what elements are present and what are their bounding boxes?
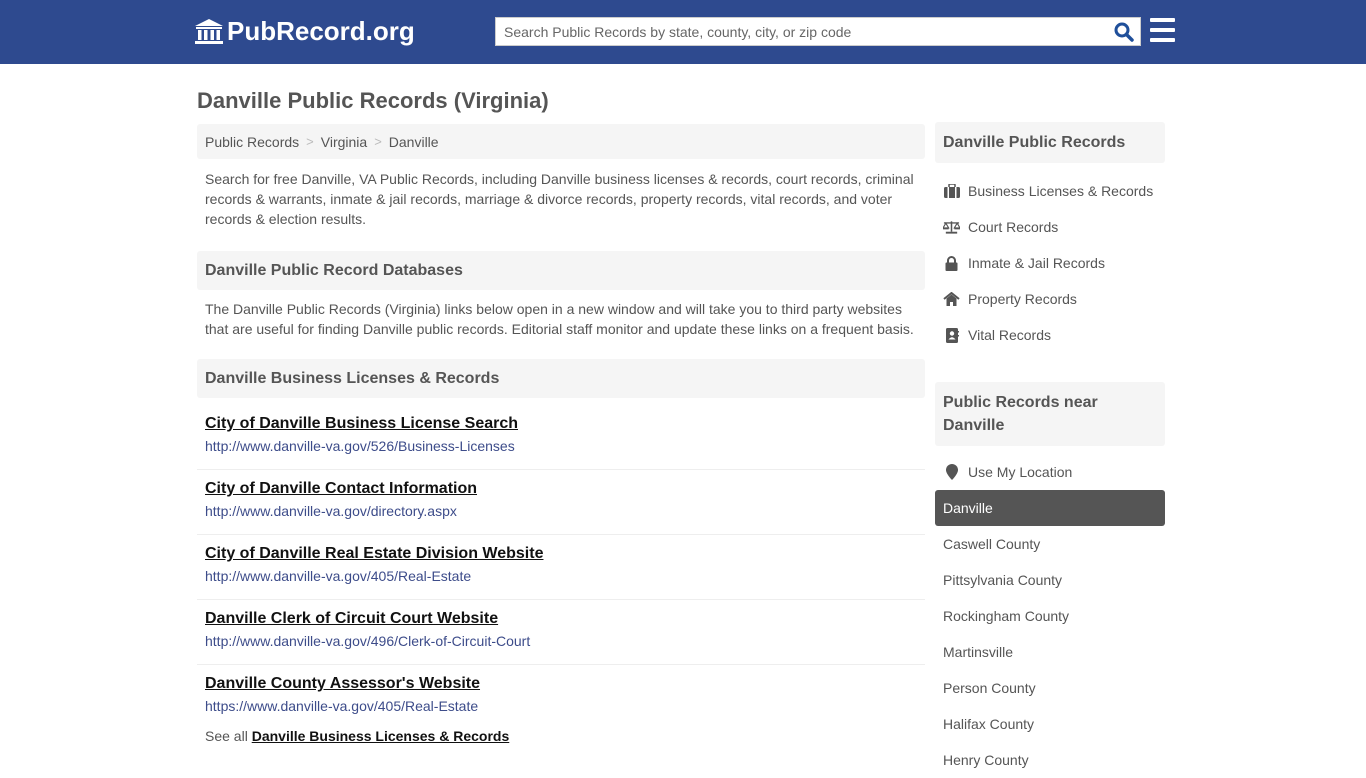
databases-text: The Danville Public Records (Virginia) l… [205, 301, 914, 337]
list-item: City of Danville Contact Information htt… [197, 470, 925, 535]
sidebar-item-label: Business Licenses & Records [968, 183, 1154, 199]
intro-text: Search for free Danville, VA Public Reco… [205, 171, 914, 227]
sidebar-item-business[interactable]: Business Licenses & Records [935, 173, 1165, 209]
near-item-halifax-county[interactable]: Halifax County [935, 706, 1165, 742]
near-item-person-county[interactable]: Person County [935, 670, 1165, 706]
scale-icon [943, 220, 960, 234]
near-item-rockingham-county[interactable]: Rockingham County [935, 598, 1165, 634]
link-url: http://www.danville-va.gov/405/Real-Esta… [205, 568, 472, 584]
briefcase-icon [943, 184, 960, 198]
sidebar-item-property[interactable]: Property Records [935, 281, 1165, 317]
menu-bar [1150, 38, 1175, 42]
breadcrumb-danville[interactable]: Danville [389, 134, 439, 150]
near-item-caswell-county[interactable]: Caswell County [935, 526, 1165, 562]
sidebar-records-list: Business Licenses & Records Court Record… [935, 173, 1165, 353]
use-my-location-label: Use My Location [968, 464, 1073, 480]
link-url: http://www.danville-va.gov/496/Clerk-of-… [205, 633, 531, 649]
link-title[interactable]: City of Danville Business License Search [205, 415, 518, 433]
sidebar-near-list: Use My Location Danville Caswell County … [935, 454, 1165, 778]
list-item: City of Danville Business License Search… [197, 405, 925, 470]
databases-heading: Danville Public Record Databases [197, 251, 925, 290]
sidebar-item-inmate[interactable]: Inmate & Jail Records [935, 245, 1165, 281]
breadcrumb-separator: > [306, 134, 314, 149]
search-button[interactable] [1108, 18, 1140, 45]
sidebar-records-heading: Danville Public Records [935, 122, 1165, 163]
search-bar [495, 17, 1141, 46]
near-item-pittsylvania-county[interactable]: Pittsylvania County [935, 562, 1165, 598]
search-icon [1114, 22, 1134, 42]
main-content: Public Records > Virginia > Danville Sea… [197, 124, 925, 744]
lock-icon [943, 255, 960, 271]
link-url: http://www.danville-va.gov/526/Business-… [205, 438, 515, 454]
near-item-danville[interactable]: Danville [935, 490, 1165, 526]
breadcrumb: Public Records > Virginia > Danville [197, 124, 925, 159]
sidebar-item-label: Property Records [968, 291, 1077, 307]
list-item: City of Danville Real Estate Division We… [197, 535, 925, 600]
list-item: Danville Clerk of Circuit Court Website … [197, 600, 925, 665]
business-links-list: City of Danville Business License Search… [197, 405, 925, 730]
see-all-link[interactable]: Danville Business Licenses & Records [252, 728, 510, 744]
sidebar: Danville Public Records Business License… [935, 122, 1165, 778]
near-item-martinsville[interactable]: Martinsville [935, 634, 1165, 670]
hamburger-menu-button[interactable] [1150, 18, 1175, 42]
use-my-location-button[interactable]: Use My Location [935, 454, 1165, 490]
link-title[interactable]: Danville County Assessor's Website [205, 675, 480, 693]
page-title: Danville Public Records (Virginia) [197, 88, 549, 113]
sidebar-item-label: Court Records [968, 219, 1059, 235]
see-all-prefix: See all [205, 728, 248, 744]
site-header: PubRecord.org [0, 0, 1366, 64]
link-title[interactable]: City of Danville Real Estate Division We… [205, 545, 543, 563]
near-item-henry-county[interactable]: Henry County [935, 742, 1165, 778]
breadcrumb-virginia[interactable]: Virginia [321, 134, 367, 150]
list-item: Danville County Assessor's Website https… [197, 665, 925, 730]
menu-bar [1150, 28, 1175, 32]
sidebar-item-vital[interactable]: Vital Records [935, 317, 1165, 353]
link-url: http://www.danville-va.gov/directory.asp… [205, 503, 457, 519]
sidebar-item-label: Inmate & Jail Records [968, 255, 1105, 271]
home-icon [943, 292, 960, 306]
sidebar-item-label: Vital Records [968, 327, 1052, 343]
map-marker-icon [943, 464, 960, 480]
sidebar-item-court[interactable]: Court Records [935, 209, 1165, 245]
business-heading: Danville Business Licenses & Records [197, 359, 925, 398]
link-title[interactable]: City of Danville Contact Information [205, 480, 477, 498]
breadcrumb-public-records[interactable]: Public Records [205, 134, 299, 150]
breadcrumb-separator: > [374, 134, 382, 149]
logo-link[interactable]: PubRecord.org [195, 16, 415, 47]
courthouse-icon [195, 18, 223, 44]
menu-bar [1150, 18, 1175, 22]
see-all: See all Danville Business Licenses & Rec… [197, 728, 925, 744]
logo-text: PubRecord.org [227, 16, 415, 46]
address-book-icon [943, 327, 960, 343]
sidebar-near-heading: Public Records near Danville [935, 382, 1165, 446]
link-title[interactable]: Danville Clerk of Circuit Court Website [205, 610, 498, 628]
link-url: https://www.danville-va.gov/405/Real-Est… [205, 698, 479, 714]
search-input[interactable] [496, 18, 1108, 45]
